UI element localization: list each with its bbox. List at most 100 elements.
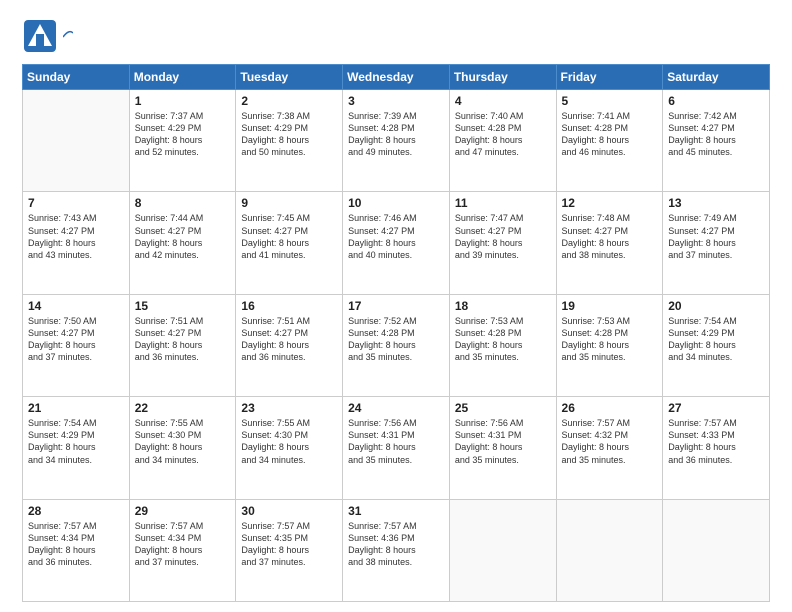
day-info: Sunrise: 7:53 AM Sunset: 4:28 PM Dayligh… xyxy=(455,315,551,364)
calendar-cell: 19 Sunrise: 7:53 AM Sunset: 4:28 PM Dayli… xyxy=(556,294,663,396)
calendar-cell: 26Sunrise: 7:57 AM Sunset: 4:32 PM Dayli… xyxy=(556,397,663,499)
day-number: 6 xyxy=(668,94,764,108)
day-of-week-header: Friday xyxy=(556,65,663,90)
calendar-cell: 13 Sunrise: 7:49 AM Sunset: 4:27 PM Dayli… xyxy=(663,192,770,294)
calendar-cell: 20 Sunrise: 7:54 AM Sunset: 4:29 PM Dayli… xyxy=(663,294,770,396)
day-info: Sunrise: 7:53 AM Sunset: 4:28 PM Dayligh… xyxy=(562,315,658,364)
day-number: 20 xyxy=(668,299,764,313)
day-number: 16 xyxy=(241,299,337,313)
day-info: Sunrise: 7:40 AM Sunset: 4:28 PM Dayligh… xyxy=(455,110,551,159)
day-info: Sunrise: 7:51 AM Sunset: 4:27 PM Dayligh… xyxy=(241,315,337,364)
calendar-cell: 11 Sunrise: 7:47 AM Sunset: 4:27 PM Dayli… xyxy=(449,192,556,294)
day-of-week-header: Saturday xyxy=(663,65,770,90)
day-info: Sunrise: 7:56 AM Sunset: 4:31 PM Dayligh… xyxy=(348,417,444,466)
calendar-week-row: 14 Sunrise: 7:50 AM Sunset: 4:27 PM Dayli… xyxy=(23,294,770,396)
logo-icon xyxy=(22,18,58,54)
day-info: Sunrise: 7:37 AM Sunset: 4:29 PM Dayligh… xyxy=(135,110,231,159)
calendar-cell: 21 Sunrise: 7:54 AM Sunset: 4:29 PM Dayli… xyxy=(23,397,130,499)
calendar-week-row: 21 Sunrise: 7:54 AM Sunset: 4:29 PM Dayli… xyxy=(23,397,770,499)
day-number: 1 xyxy=(135,94,231,108)
day-info: Sunrise: 7:42 AM Sunset: 4:27 PM Dayligh… xyxy=(668,110,764,159)
calendar-cell: 2 Sunrise: 7:38 AM Sunset: 4:29 PM Daylig… xyxy=(236,90,343,192)
day-number: 31 xyxy=(348,504,444,518)
calendar-week-row: 1 Sunrise: 7:37 AM Sunset: 4:29 PM Daylig… xyxy=(23,90,770,192)
day-info: Sunrise: 7:55 AM Sunset: 4:30 PM Dayligh… xyxy=(135,417,231,466)
day-of-week-header: Tuesday xyxy=(236,65,343,90)
day-number: 12 xyxy=(562,196,658,210)
day-info: Sunrise: 7:46 AM Sunset: 4:27 PM Dayligh… xyxy=(348,212,444,261)
calendar-cell: 15Sunrise: 7:51 AM Sunset: 4:27 PM Dayli… xyxy=(129,294,236,396)
day-info: Sunrise: 7:44 AM Sunset: 4:27 PM Dayligh… xyxy=(135,212,231,261)
day-number: 7 xyxy=(28,196,124,210)
day-info: Sunrise: 7:52 AM Sunset: 4:28 PM Dayligh… xyxy=(348,315,444,364)
calendar-cell: 4 Sunrise: 7:40 AM Sunset: 4:28 PM Daylig… xyxy=(449,90,556,192)
calendar-cell: 7 Sunrise: 7:43 AM Sunset: 4:27 PM Daylig… xyxy=(23,192,130,294)
calendar-cell: 9Sunrise: 7:45 AM Sunset: 4:27 PM Daylig… xyxy=(236,192,343,294)
calendar-header-row: SundayMondayTuesdayWednesdayThursdayFrid… xyxy=(23,65,770,90)
day-number: 28 xyxy=(28,504,124,518)
calendar-cell: 14 Sunrise: 7:50 AM Sunset: 4:27 PM Dayli… xyxy=(23,294,130,396)
calendar-cell: 25Sunrise: 7:56 AM Sunset: 4:31 PM Dayli… xyxy=(449,397,556,499)
calendar-cell: 5Sunrise: 7:41 AM Sunset: 4:28 PM Daylig… xyxy=(556,90,663,192)
day-info: Sunrise: 7:57 AM Sunset: 4:36 PM Dayligh… xyxy=(348,520,444,569)
calendar-cell xyxy=(449,499,556,601)
calendar-table: SundayMondayTuesdayWednesdayThursdayFrid… xyxy=(22,64,770,602)
day-number: 22 xyxy=(135,401,231,415)
header xyxy=(22,18,770,54)
day-number: 19 xyxy=(562,299,658,313)
calendar-week-row: 7 Sunrise: 7:43 AM Sunset: 4:27 PM Daylig… xyxy=(23,192,770,294)
day-info: Sunrise: 7:55 AM Sunset: 4:30 PM Dayligh… xyxy=(241,417,337,466)
day-number: 8 xyxy=(135,196,231,210)
day-number: 29 xyxy=(135,504,231,518)
day-number: 10 xyxy=(348,196,444,210)
day-number: 17 xyxy=(348,299,444,313)
day-number: 30 xyxy=(241,504,337,518)
day-info: Sunrise: 7:50 AM Sunset: 4:27 PM Dayligh… xyxy=(28,315,124,364)
page: SundayMondayTuesdayWednesdayThursdayFrid… xyxy=(0,0,792,612)
calendar-cell: 8 Sunrise: 7:44 AM Sunset: 4:27 PM Daylig… xyxy=(129,192,236,294)
day-info: Sunrise: 7:54 AM Sunset: 4:29 PM Dayligh… xyxy=(668,315,764,364)
logo xyxy=(22,18,73,54)
day-info: Sunrise: 7:43 AM Sunset: 4:27 PM Dayligh… xyxy=(28,212,124,261)
day-info: Sunrise: 7:54 AM Sunset: 4:29 PM Dayligh… xyxy=(28,417,124,466)
calendar-cell: 17 Sunrise: 7:52 AM Sunset: 4:28 PM Dayli… xyxy=(343,294,450,396)
day-info: Sunrise: 7:57 AM Sunset: 4:34 PM Dayligh… xyxy=(135,520,231,569)
day-number: 3 xyxy=(348,94,444,108)
day-number: 27 xyxy=(668,401,764,415)
day-number: 11 xyxy=(455,196,551,210)
day-info: Sunrise: 7:48 AM Sunset: 4:27 PM Dayligh… xyxy=(562,212,658,261)
calendar-cell: 30 Sunrise: 7:57 AM Sunset: 4:35 PM Dayli… xyxy=(236,499,343,601)
day-info: Sunrise: 7:56 AM Sunset: 4:31 PM Dayligh… xyxy=(455,417,551,466)
calendar-cell: 31 Sunrise: 7:57 AM Sunset: 4:36 PM Dayli… xyxy=(343,499,450,601)
day-number: 9 xyxy=(241,196,337,210)
day-number: 21 xyxy=(28,401,124,415)
day-of-week-header: Wednesday xyxy=(343,65,450,90)
calendar-week-row: 28 Sunrise: 7:57 AM Sunset: 4:34 PM Dayli… xyxy=(23,499,770,601)
day-of-week-header: Thursday xyxy=(449,65,556,90)
day-number: 15 xyxy=(135,299,231,313)
day-number: 24 xyxy=(348,401,444,415)
day-number: 26 xyxy=(562,401,658,415)
day-of-week-header: Sunday xyxy=(23,65,130,90)
day-number: 14 xyxy=(28,299,124,313)
calendar-cell: 24 Sunrise: 7:56 AM Sunset: 4:31 PM Dayli… xyxy=(343,397,450,499)
day-info: Sunrise: 7:57 AM Sunset: 4:35 PM Dayligh… xyxy=(241,520,337,569)
day-number: 4 xyxy=(455,94,551,108)
calendar-cell: 29 Sunrise: 7:57 AM Sunset: 4:34 PM Dayli… xyxy=(129,499,236,601)
logo-wing-icon xyxy=(63,29,73,39)
calendar-cell: 27Sunrise: 7:57 AM Sunset: 4:33 PM Dayli… xyxy=(663,397,770,499)
day-of-week-header: Monday xyxy=(129,65,236,90)
day-number: 5 xyxy=(562,94,658,108)
calendar-cell: 6 Sunrise: 7:42 AM Sunset: 4:27 PM Daylig… xyxy=(663,90,770,192)
day-number: 13 xyxy=(668,196,764,210)
day-info: Sunrise: 7:38 AM Sunset: 4:29 PM Dayligh… xyxy=(241,110,337,159)
calendar-cell: 23 Sunrise: 7:55 AM Sunset: 4:30 PM Dayli… xyxy=(236,397,343,499)
day-number: 23 xyxy=(241,401,337,415)
calendar-cell: 28Sunrise: 7:57 AM Sunset: 4:34 PM Dayli… xyxy=(23,499,130,601)
day-number: 2 xyxy=(241,94,337,108)
day-info: Sunrise: 7:39 AM Sunset: 4:28 PM Dayligh… xyxy=(348,110,444,159)
calendar-cell xyxy=(663,499,770,601)
day-info: Sunrise: 7:47 AM Sunset: 4:27 PM Dayligh… xyxy=(455,212,551,261)
calendar-cell: 16 Sunrise: 7:51 AM Sunset: 4:27 PM Dayli… xyxy=(236,294,343,396)
day-info: Sunrise: 7:49 AM Sunset: 4:27 PM Dayligh… xyxy=(668,212,764,261)
